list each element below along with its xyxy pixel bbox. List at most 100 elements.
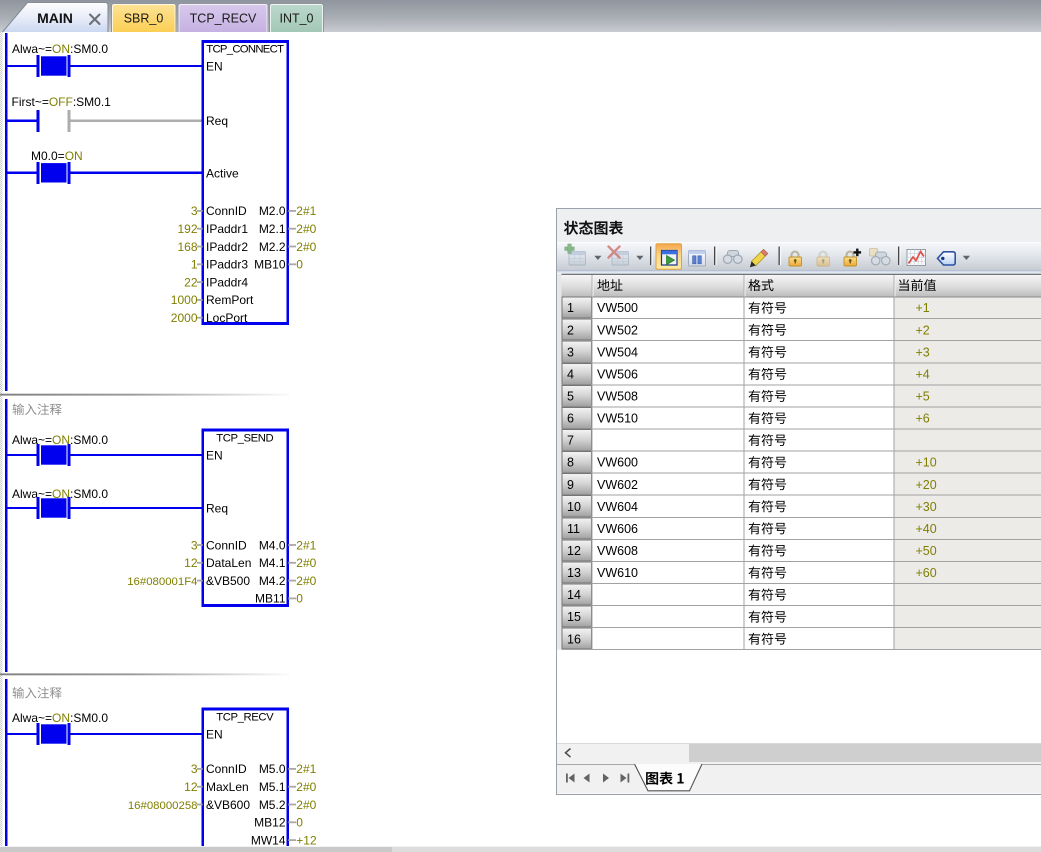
- svg-text:9: 9: [567, 478, 574, 492]
- svg-text:ConnID: ConnID: [206, 538, 247, 552]
- svg-text:14: 14: [567, 588, 581, 602]
- svg-text:VW606: VW606: [597, 522, 638, 536]
- svg-text:VW508: VW508: [597, 389, 638, 403]
- svg-text:2#0: 2#0: [296, 240, 316, 254]
- svg-text:+20: +20: [916, 478, 937, 492]
- svg-text:16#08000258: 16#08000258: [128, 800, 198, 812]
- svg-text:+30: +30: [916, 500, 937, 514]
- svg-text:MAIN: MAIN: [37, 10, 73, 26]
- svg-text:VW500: VW500: [597, 301, 638, 315]
- svg-text:TCP_SEND: TCP_SEND: [216, 433, 273, 445]
- svg-text:Alwa~=ON:SM0.0: Alwa~=ON:SM0.0: [12, 433, 108, 447]
- svg-text:MB12: MB12: [254, 816, 286, 830]
- svg-text:MB11: MB11: [255, 592, 286, 606]
- svg-text:M4.2: M4.2: [259, 574, 286, 588]
- svg-text:Active: Active: [206, 167, 239, 181]
- svg-text:2#0: 2#0: [296, 780, 316, 794]
- svg-text:+40: +40: [916, 522, 937, 536]
- svg-text:&VB500: &VB500: [206, 574, 250, 588]
- svg-text:ConnID: ConnID: [206, 762, 247, 776]
- svg-text:+12: +12: [296, 833, 317, 847]
- svg-text:Alwa~=ON:SM0.0: Alwa~=ON:SM0.0: [12, 42, 108, 56]
- svg-text:VW510: VW510: [597, 412, 638, 426]
- svg-text:VW600: VW600: [597, 456, 638, 470]
- svg-text:+2: +2: [916, 323, 930, 337]
- svg-text:EN: EN: [206, 60, 223, 74]
- svg-text:2#0: 2#0: [296, 798, 316, 812]
- svg-text:M2.2: M2.2: [259, 240, 286, 254]
- svg-text:&VB600: &VB600: [206, 798, 250, 812]
- svg-text:3: 3: [567, 345, 574, 359]
- svg-text:+1: +1: [916, 301, 930, 315]
- svg-text:+6: +6: [916, 412, 930, 426]
- svg-text:VW506: VW506: [597, 367, 638, 381]
- svg-text:4: 4: [567, 367, 574, 381]
- svg-text:12: 12: [184, 780, 198, 794]
- svg-text:12: 12: [567, 544, 581, 558]
- svg-text:VW608: VW608: [597, 544, 638, 558]
- svg-text:+5: +5: [916, 389, 930, 403]
- svg-text:M5.1: M5.1: [259, 780, 286, 794]
- svg-text:EN: EN: [206, 449, 223, 463]
- svg-text:2000: 2000: [171, 311, 198, 325]
- svg-text:2#1: 2#1: [296, 204, 316, 218]
- svg-text:2: 2: [567, 323, 574, 337]
- svg-text:RemPort: RemPort: [206, 293, 254, 307]
- svg-text:MB10: MB10: [254, 258, 286, 272]
- svg-text:0: 0: [296, 816, 303, 830]
- svg-text:IPaddr1: IPaddr1: [206, 222, 248, 236]
- svg-text:TCP_RECV: TCP_RECV: [190, 12, 257, 26]
- svg-text:2#0: 2#0: [296, 222, 316, 236]
- svg-text:5: 5: [567, 389, 574, 403]
- svg-text:INT_0: INT_0: [279, 12, 313, 26]
- svg-text:168: 168: [177, 240, 197, 254]
- svg-text:IPaddr2: IPaddr2: [206, 240, 248, 254]
- svg-text:3: 3: [191, 538, 198, 552]
- svg-text:+3: +3: [916, 345, 930, 359]
- svg-text:22: 22: [184, 275, 198, 289]
- svg-text:M0.0=ON: M0.0=ON: [31, 149, 83, 163]
- svg-text:192: 192: [177, 222, 197, 236]
- svg-text:MaxLen: MaxLen: [206, 780, 249, 794]
- svg-text:ConnID: ConnID: [206, 204, 247, 218]
- svg-text:1: 1: [567, 301, 574, 315]
- svg-text:TCP_RECV: TCP_RECV: [216, 712, 274, 724]
- svg-text:12: 12: [184, 556, 198, 570]
- svg-text:3: 3: [191, 204, 198, 218]
- svg-text:SBR_0: SBR_0: [124, 12, 164, 26]
- svg-text:11: 11: [567, 522, 580, 536]
- svg-text:16: 16: [567, 632, 581, 646]
- svg-text:10: 10: [567, 500, 581, 514]
- svg-text:0: 0: [296, 258, 303, 272]
- svg-text:VW604: VW604: [597, 500, 638, 514]
- svg-text:Alwa~=ON:SM0.0: Alwa~=ON:SM0.0: [12, 711, 108, 725]
- svg-text:+10: +10: [916, 456, 937, 470]
- svg-text:2#0: 2#0: [296, 556, 316, 570]
- svg-text:1: 1: [191, 258, 198, 272]
- svg-text:IPaddr3: IPaddr3: [206, 258, 248, 272]
- svg-text:MW14: MW14: [251, 833, 286, 847]
- svg-text:0: 0: [296, 592, 303, 606]
- svg-text:LocPort: LocPort: [206, 311, 248, 325]
- svg-text:1000: 1000: [171, 293, 198, 307]
- svg-text:M5.2: M5.2: [259, 798, 286, 812]
- svg-text:13: 13: [567, 566, 581, 580]
- svg-text:8: 8: [567, 456, 574, 470]
- svg-text:3: 3: [191, 762, 198, 776]
- svg-text:16#080001F4: 16#080001F4: [127, 576, 197, 588]
- svg-text:Req: Req: [206, 502, 228, 516]
- svg-text:M2.1: M2.1: [259, 222, 286, 236]
- svg-text:2#1: 2#1: [296, 762, 316, 776]
- svg-text:TCP_CONNECT: TCP_CONNECT: [206, 44, 284, 56]
- svg-text:EN: EN: [206, 728, 223, 742]
- svg-text:M5.0: M5.0: [259, 762, 286, 776]
- svg-text:2#0: 2#0: [296, 574, 316, 588]
- svg-text:7: 7: [567, 434, 574, 448]
- svg-text:Req: Req: [206, 114, 228, 128]
- svg-text:VW610: VW610: [597, 566, 638, 580]
- svg-text:First~=OFF:SM0.1: First~=OFF:SM0.1: [12, 95, 112, 109]
- svg-text:6: 6: [567, 412, 574, 426]
- svg-text:+4: +4: [916, 367, 930, 381]
- svg-text:2#1: 2#1: [296, 538, 316, 552]
- svg-text:M2.0: M2.0: [259, 204, 286, 218]
